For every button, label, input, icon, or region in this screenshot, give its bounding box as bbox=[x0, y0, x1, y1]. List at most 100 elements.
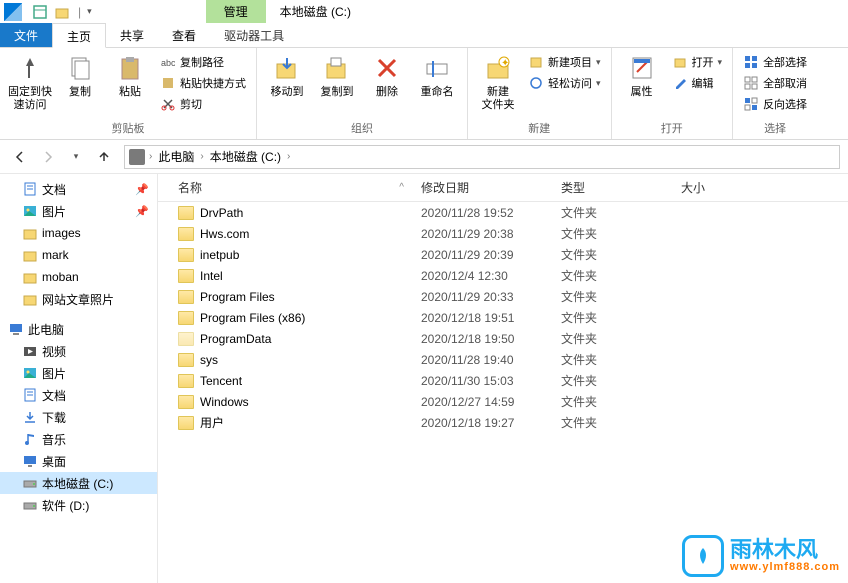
cut-button[interactable]: 剪切 bbox=[156, 94, 250, 114]
tree-item-label: 视频 bbox=[42, 343, 66, 360]
invert-selection-button[interactable]: 反向选择 bbox=[739, 94, 811, 114]
video-icon bbox=[22, 343, 38, 359]
breadcrumb[interactable]: › 此电脑 › 本地磁盘 (C:) › bbox=[124, 145, 840, 169]
tree-item-images[interactable]: images bbox=[0, 222, 157, 244]
breadcrumb-sep: › bbox=[200, 151, 203, 162]
copy-path-button[interactable]: abc复制路径 bbox=[156, 52, 250, 72]
edit-button[interactable]: 编辑 bbox=[668, 73, 727, 93]
drive-icon bbox=[22, 475, 38, 491]
tree-item-视频[interactable]: 视频 bbox=[0, 340, 157, 362]
qa-dropdown-icon[interactable]: ▾ bbox=[87, 6, 92, 17]
tree-item-label: 文档 bbox=[42, 387, 66, 404]
rename-button[interactable]: 重命名 bbox=[413, 50, 461, 101]
file-row[interactable]: Program Files2020/11/29 20:33文件夹 bbox=[158, 286, 848, 307]
file-row[interactable]: 用户2020/12/18 19:27文件夹 bbox=[158, 412, 848, 433]
column-name[interactable]: 名称^ bbox=[158, 174, 413, 201]
file-row[interactable]: Intel2020/12/4 12:30文件夹 bbox=[158, 265, 848, 286]
group-label-clipboard: 剪贴板 bbox=[6, 118, 250, 139]
file-date: 2020/12/27 14:59 bbox=[413, 395, 553, 409]
file-row[interactable]: Windows2020/12/27 14:59文件夹 bbox=[158, 391, 848, 412]
tab-file[interactable]: 文件 bbox=[0, 23, 52, 47]
tree-item-mark[interactable]: mark bbox=[0, 244, 157, 266]
file-date: 2020/11/29 20:38 bbox=[413, 227, 553, 241]
tree-item-moban[interactable]: moban bbox=[0, 266, 157, 288]
select-none-icon bbox=[743, 75, 759, 91]
file-type: 文件夹 bbox=[553, 267, 673, 284]
tree-item-本地磁盘 (C:)[interactable]: 本地磁盘 (C:) bbox=[0, 472, 157, 494]
column-date[interactable]: 修改日期 bbox=[413, 174, 553, 201]
pin-quick-access-button[interactable]: 固定到快 速访问 bbox=[6, 50, 54, 114]
file-row[interactable]: ProgramData2020/12/18 19:50文件夹 bbox=[158, 328, 848, 349]
column-headers: 名称^ 修改日期 类型 大小 bbox=[158, 174, 848, 202]
copy-button[interactable]: 复制 bbox=[56, 50, 104, 101]
tree-item-图片[interactable]: 图片 bbox=[0, 362, 157, 384]
file-type: 文件夹 bbox=[553, 393, 673, 410]
file-row[interactable]: sys2020/11/28 19:40文件夹 bbox=[158, 349, 848, 370]
tree-item-软件 (D:)[interactable]: 软件 (D:) bbox=[0, 494, 157, 516]
file-row[interactable]: Hws.com2020/11/29 20:38文件夹 bbox=[158, 223, 848, 244]
paste-button[interactable]: 粘贴 bbox=[106, 50, 154, 101]
select-all-button[interactable]: 全部选择 bbox=[739, 52, 811, 72]
invert-icon bbox=[743, 96, 759, 112]
tab-view[interactable]: 查看 bbox=[158, 23, 210, 47]
tree-item-label: 图片 bbox=[42, 365, 66, 382]
open-button[interactable]: 打开 ▾ bbox=[668, 52, 727, 72]
tab-home[interactable]: 主页 bbox=[52, 23, 106, 48]
move-to-button[interactable]: 移动到 bbox=[263, 50, 311, 101]
group-label-open: 打开 bbox=[618, 118, 727, 139]
tree-item-文档[interactable]: 文档📌 bbox=[0, 178, 157, 200]
path-icon: abc bbox=[160, 54, 176, 70]
file-name: DrvPath bbox=[200, 206, 243, 220]
forward-button[interactable] bbox=[36, 145, 60, 169]
qa-properties-icon[interactable] bbox=[30, 2, 50, 22]
column-size[interactable]: 大小 bbox=[673, 174, 848, 201]
tree-item-label: mark bbox=[42, 248, 69, 262]
tree-item-label: 音乐 bbox=[42, 431, 66, 448]
column-type[interactable]: 类型 bbox=[553, 174, 673, 201]
tree-item-桌面[interactable]: 桌面 bbox=[0, 450, 157, 472]
properties-button[interactable]: 属性 bbox=[618, 50, 666, 101]
tree-item-label: 本地磁盘 (C:) bbox=[42, 475, 113, 492]
easy-access-button[interactable]: 轻松访问 ▾ bbox=[524, 73, 605, 93]
file-type: 文件夹 bbox=[553, 351, 673, 368]
ribbon-group-clipboard: 固定到快 速访问 复制 粘贴 abc复制路径 粘贴快捷方式 剪切 剪贴板 bbox=[0, 48, 257, 139]
file-row[interactable]: Tencent2020/11/30 15:03文件夹 bbox=[158, 370, 848, 391]
folder-icon bbox=[178, 374, 194, 388]
file-name: Program Files bbox=[200, 290, 275, 304]
recent-dropdown[interactable]: ▾ bbox=[64, 145, 88, 169]
delete-button[interactable]: 删除 bbox=[363, 50, 411, 101]
doc-icon bbox=[22, 387, 38, 403]
tab-share[interactable]: 共享 bbox=[106, 23, 158, 47]
tree-item-文档[interactable]: 文档 bbox=[0, 384, 157, 406]
doc-icon bbox=[22, 181, 38, 197]
new-folder-button[interactable]: ✦ 新建 文件夹 bbox=[474, 50, 522, 114]
paste-shortcut-button[interactable]: 粘贴快捷方式 bbox=[156, 73, 250, 93]
file-date: 2020/12/18 19:27 bbox=[413, 416, 553, 430]
qa-new-folder-icon[interactable] bbox=[52, 2, 72, 22]
tree-this-pc[interactable]: 此电脑 bbox=[0, 318, 157, 340]
back-button[interactable] bbox=[8, 145, 32, 169]
folder-icon bbox=[178, 248, 194, 262]
tree-item-下载[interactable]: 下载 bbox=[0, 406, 157, 428]
tree-item-网站文章照片[interactable]: 网站文章照片 bbox=[0, 288, 157, 310]
file-date: 2020/12/18 19:50 bbox=[413, 332, 553, 346]
navigation-bar: ▾ › 此电脑 › 本地磁盘 (C:) › bbox=[0, 140, 848, 174]
qa-separator: | bbox=[78, 5, 81, 19]
file-date: 2020/11/29 20:33 bbox=[413, 290, 553, 304]
file-row[interactable]: DrvPath2020/11/28 19:52文件夹 bbox=[158, 202, 848, 223]
crumb-drive[interactable]: 本地磁盘 (C:) bbox=[206, 148, 285, 165]
tree-item-label: 图片 bbox=[42, 203, 66, 220]
file-row[interactable]: Program Files (x86)2020/12/18 19:51文件夹 bbox=[158, 307, 848, 328]
file-date: 2020/11/30 15:03 bbox=[413, 374, 553, 388]
tree-item-图片[interactable]: 图片📌 bbox=[0, 200, 157, 222]
file-row[interactable]: inetpub2020/11/29 20:39文件夹 bbox=[158, 244, 848, 265]
crumb-this-pc[interactable]: 此电脑 bbox=[154, 148, 198, 165]
tree-item-音乐[interactable]: 音乐 bbox=[0, 428, 157, 450]
file-name: inetpub bbox=[200, 248, 239, 262]
up-button[interactable] bbox=[92, 145, 116, 169]
select-none-button[interactable]: 全部取消 bbox=[739, 73, 811, 93]
tab-drive-tools[interactable]: 驱动器工具 bbox=[210, 23, 298, 47]
new-item-button[interactable]: 新建项目 ▾ bbox=[524, 52, 605, 72]
navigation-pane[interactable]: 文档📌图片📌imagesmarkmoban网站文章照片 此电脑 视频图片文档下载… bbox=[0, 174, 158, 583]
copy-to-button[interactable]: 复制到 bbox=[313, 50, 361, 101]
